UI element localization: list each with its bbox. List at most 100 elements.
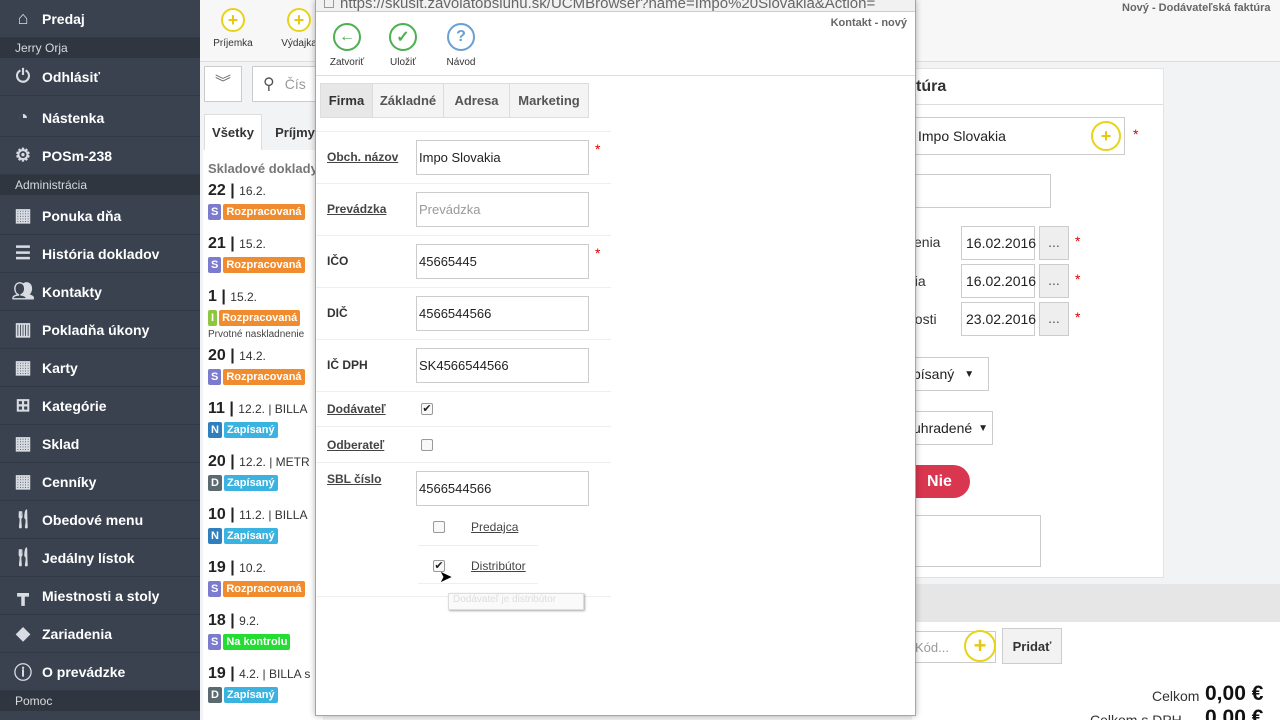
tab-firma[interactable]: Firma: [320, 83, 373, 118]
status-badge: Zapísaný: [223, 528, 278, 544]
add-supplier-icon[interactable]: +: [1091, 121, 1121, 151]
prevadzka-label[interactable]: Prevádzka: [327, 202, 386, 216]
prijemka-button[interactable]: + Príjemka: [203, 8, 263, 49]
doc-type-badge: S: [208, 257, 222, 273]
items-header: [912, 584, 1280, 622]
sidebar-item-dashboard[interactable]: ◔ Nástenka: [0, 99, 200, 137]
odberatel-label[interactable]: Odberateľ: [327, 438, 384, 452]
doc-header: 10 | 11.2. | BILLA: [208, 506, 323, 524]
check-icon: ✓: [389, 23, 417, 51]
predajca-checkbox[interactable]: [433, 521, 445, 533]
list-item[interactable]: 20 | 12.2. | METR D Zapísaný: [208, 453, 323, 491]
sidebar-item-cenniky[interactable]: ▦ Cenníky: [0, 463, 200, 501]
field-row-dodavatel: Dodávateľ ✔: [316, 392, 611, 427]
sidebar-item-pokladna[interactable]: ▥ Pokladňa úkony: [0, 311, 200, 349]
list-item[interactable]: 19 | 4.2. | BILLA s D Zapísaný: [208, 665, 323, 703]
plus-icon: +: [221, 8, 245, 32]
sidebar-item-jedalny[interactable]: 🍴︎ Jedálny lístok: [0, 539, 200, 577]
tab-all[interactable]: Všetky: [204, 114, 262, 150]
sidebar-item-obedove[interactable]: 🍴︎ Obedové menu: [0, 501, 200, 539]
date-picker-button-3[interactable]: ...: [1039, 302, 1069, 336]
sidebar-item-ponuka[interactable]: ▦ Ponuka dňa: [0, 197, 200, 235]
icdph-input[interactable]: SK4566544566: [416, 348, 589, 383]
sidebar-item-historia[interactable]: ☰ História dokladov: [0, 235, 200, 273]
cutlery-icon: 🍴︎: [11, 547, 35, 567]
doc-type-badge: I: [208, 310, 218, 326]
sbl-input[interactable]: 4566544566: [416, 471, 589, 506]
page-title: Nový - Dodávateľská faktúra: [1122, 2, 1271, 14]
collapse-button[interactable]: ︾: [204, 66, 242, 102]
odberatel-checkbox[interactable]: [421, 439, 433, 451]
sidebar-item-predaj[interactable]: ⌂ Predaj: [0, 0, 200, 38]
sidebar-item-label: Kontakty: [42, 283, 102, 300]
sidebar-item-pos[interactable]: ⚙ POSm-238: [0, 137, 200, 175]
caret-down-icon: ▼: [978, 422, 989, 434]
users-icon: 👥︎: [11, 281, 35, 301]
supplier-value: Impo Slovakia: [918, 128, 1006, 144]
doc-tags: N Zapísaný: [208, 421, 323, 438]
tab-marketing[interactable]: Marketing: [509, 83, 589, 118]
sidebar-item-logout[interactable]: ⏻ Odhlásiť: [0, 58, 200, 96]
note-textarea[interactable]: [909, 515, 1041, 567]
list-item[interactable]: 21 | 15.2. S Rozpracovaná: [208, 235, 323, 273]
distributor-label[interactable]: Distribútor: [471, 559, 526, 573]
icdph-label: IČ DPH: [327, 358, 368, 372]
obch-input[interactable]: Impo Slovakia: [416, 140, 589, 175]
close-label: Zatvoriť: [329, 57, 365, 68]
sidebar-item-zariadenia[interactable]: ◆ Zariadenia: [0, 615, 200, 653]
date-field-1[interactable]: 16.02.2016: [961, 226, 1036, 260]
sbl-label[interactable]: SBL číslo: [327, 472, 381, 486]
obch-label[interactable]: Obch. názov: [327, 150, 398, 164]
add-button[interactable]: Pridať: [1002, 628, 1062, 664]
list-item[interactable]: 18 | 9.2. S Na kontrolu: [208, 612, 323, 650]
date-field-3[interactable]: 23.02.2016: [961, 302, 1036, 336]
doc-date: 12.2.: [238, 402, 265, 416]
prijemka-label: Príjemka: [213, 38, 253, 49]
doc-type-badge: N: [208, 422, 222, 438]
cubes-star-icon: ▦: [14, 205, 32, 225]
prevadzka-input[interactable]: Prevádzka: [416, 192, 589, 227]
dic-input[interactable]: 4566544566: [416, 296, 589, 331]
date-picker-button-1[interactable]: ...: [1039, 226, 1069, 260]
total-vat-value: 0,00 €: [1205, 706, 1264, 720]
save-button[interactable]: ✓ Uložiť: [378, 23, 428, 68]
total-vat-label: Celkom s DPH: [1090, 712, 1182, 720]
tab-adresa[interactable]: Adresa: [443, 83, 510, 118]
sidebar-item-karty[interactable]: ▦ Karty: [0, 349, 200, 387]
ico-input[interactable]: 45665445: [416, 244, 589, 279]
doc-date: 9.2.: [239, 614, 260, 628]
date-field-2[interactable]: 16.02.2016: [961, 264, 1036, 298]
sidebar-item-sklad[interactable]: ▦ Sklad: [0, 425, 200, 463]
tab-receipts[interactable]: Príjmy: [270, 114, 320, 150]
list-item[interactable]: 19 | 10.2. S Rozpracovaná: [208, 559, 323, 597]
list-item[interactable]: 10 | 11.2. | BILLA N Zapísaný: [208, 506, 323, 544]
tab-zakladne[interactable]: Základné: [372, 83, 444, 118]
doc-partner: METR: [275, 455, 310, 469]
sidebar-item-kontakty[interactable]: 👥︎ Kontakty: [0, 273, 200, 311]
list-item[interactable]: 20 | 14.2. S Rozpracovaná: [208, 347, 323, 385]
list-item[interactable]: 1 | 15.2. I Rozpracovaná Prvotné naskladnen…: [208, 288, 323, 340]
sidebar-item-label: Pokladňa úkony: [42, 321, 150, 338]
date-picker-button-2[interactable]: ...: [1039, 264, 1069, 298]
secondary-field[interactable]: [913, 174, 1051, 208]
status-select[interactable]: písaný ▼: [909, 357, 989, 391]
close-button[interactable]: ← Zatvoriť: [322, 23, 372, 68]
payment-select[interactable]: uhradené ▼: [909, 411, 993, 445]
dodavatel-checkbox[interactable]: ✔: [421, 403, 433, 415]
toggle-no[interactable]: Nie: [909, 465, 970, 498]
sidebar-item-miestnosti[interactable]: ┳ Miestnosti a stoly: [0, 577, 200, 615]
separator: |: [265, 455, 276, 469]
add-item-icon[interactable]: +: [964, 630, 996, 662]
separator: |: [225, 559, 240, 576]
doc-number: 20: [208, 453, 226, 470]
list-item[interactable]: 11 | 12.2. | BILLA N Zapísaný: [208, 400, 323, 438]
status-badge: Rozpracovaná: [223, 369, 305, 385]
payment-select-value: uhradené: [913, 420, 973, 436]
predajca-label[interactable]: Predajca: [471, 520, 518, 534]
sidebar-item-o-prevadzke[interactable]: ⓘ O prevádzke: [0, 653, 200, 691]
sidebar-item-kategorie[interactable]: ⊞ Kategórie: [0, 387, 200, 425]
help-button[interactable]: ? Návod: [436, 23, 486, 68]
sidebar-item-label: Miestnosti a stoly: [42, 587, 160, 604]
dodavatel-label[interactable]: Dodávateľ: [327, 402, 386, 416]
list-item[interactable]: 22 | 16.2. S Rozpracovaná: [208, 182, 323, 220]
